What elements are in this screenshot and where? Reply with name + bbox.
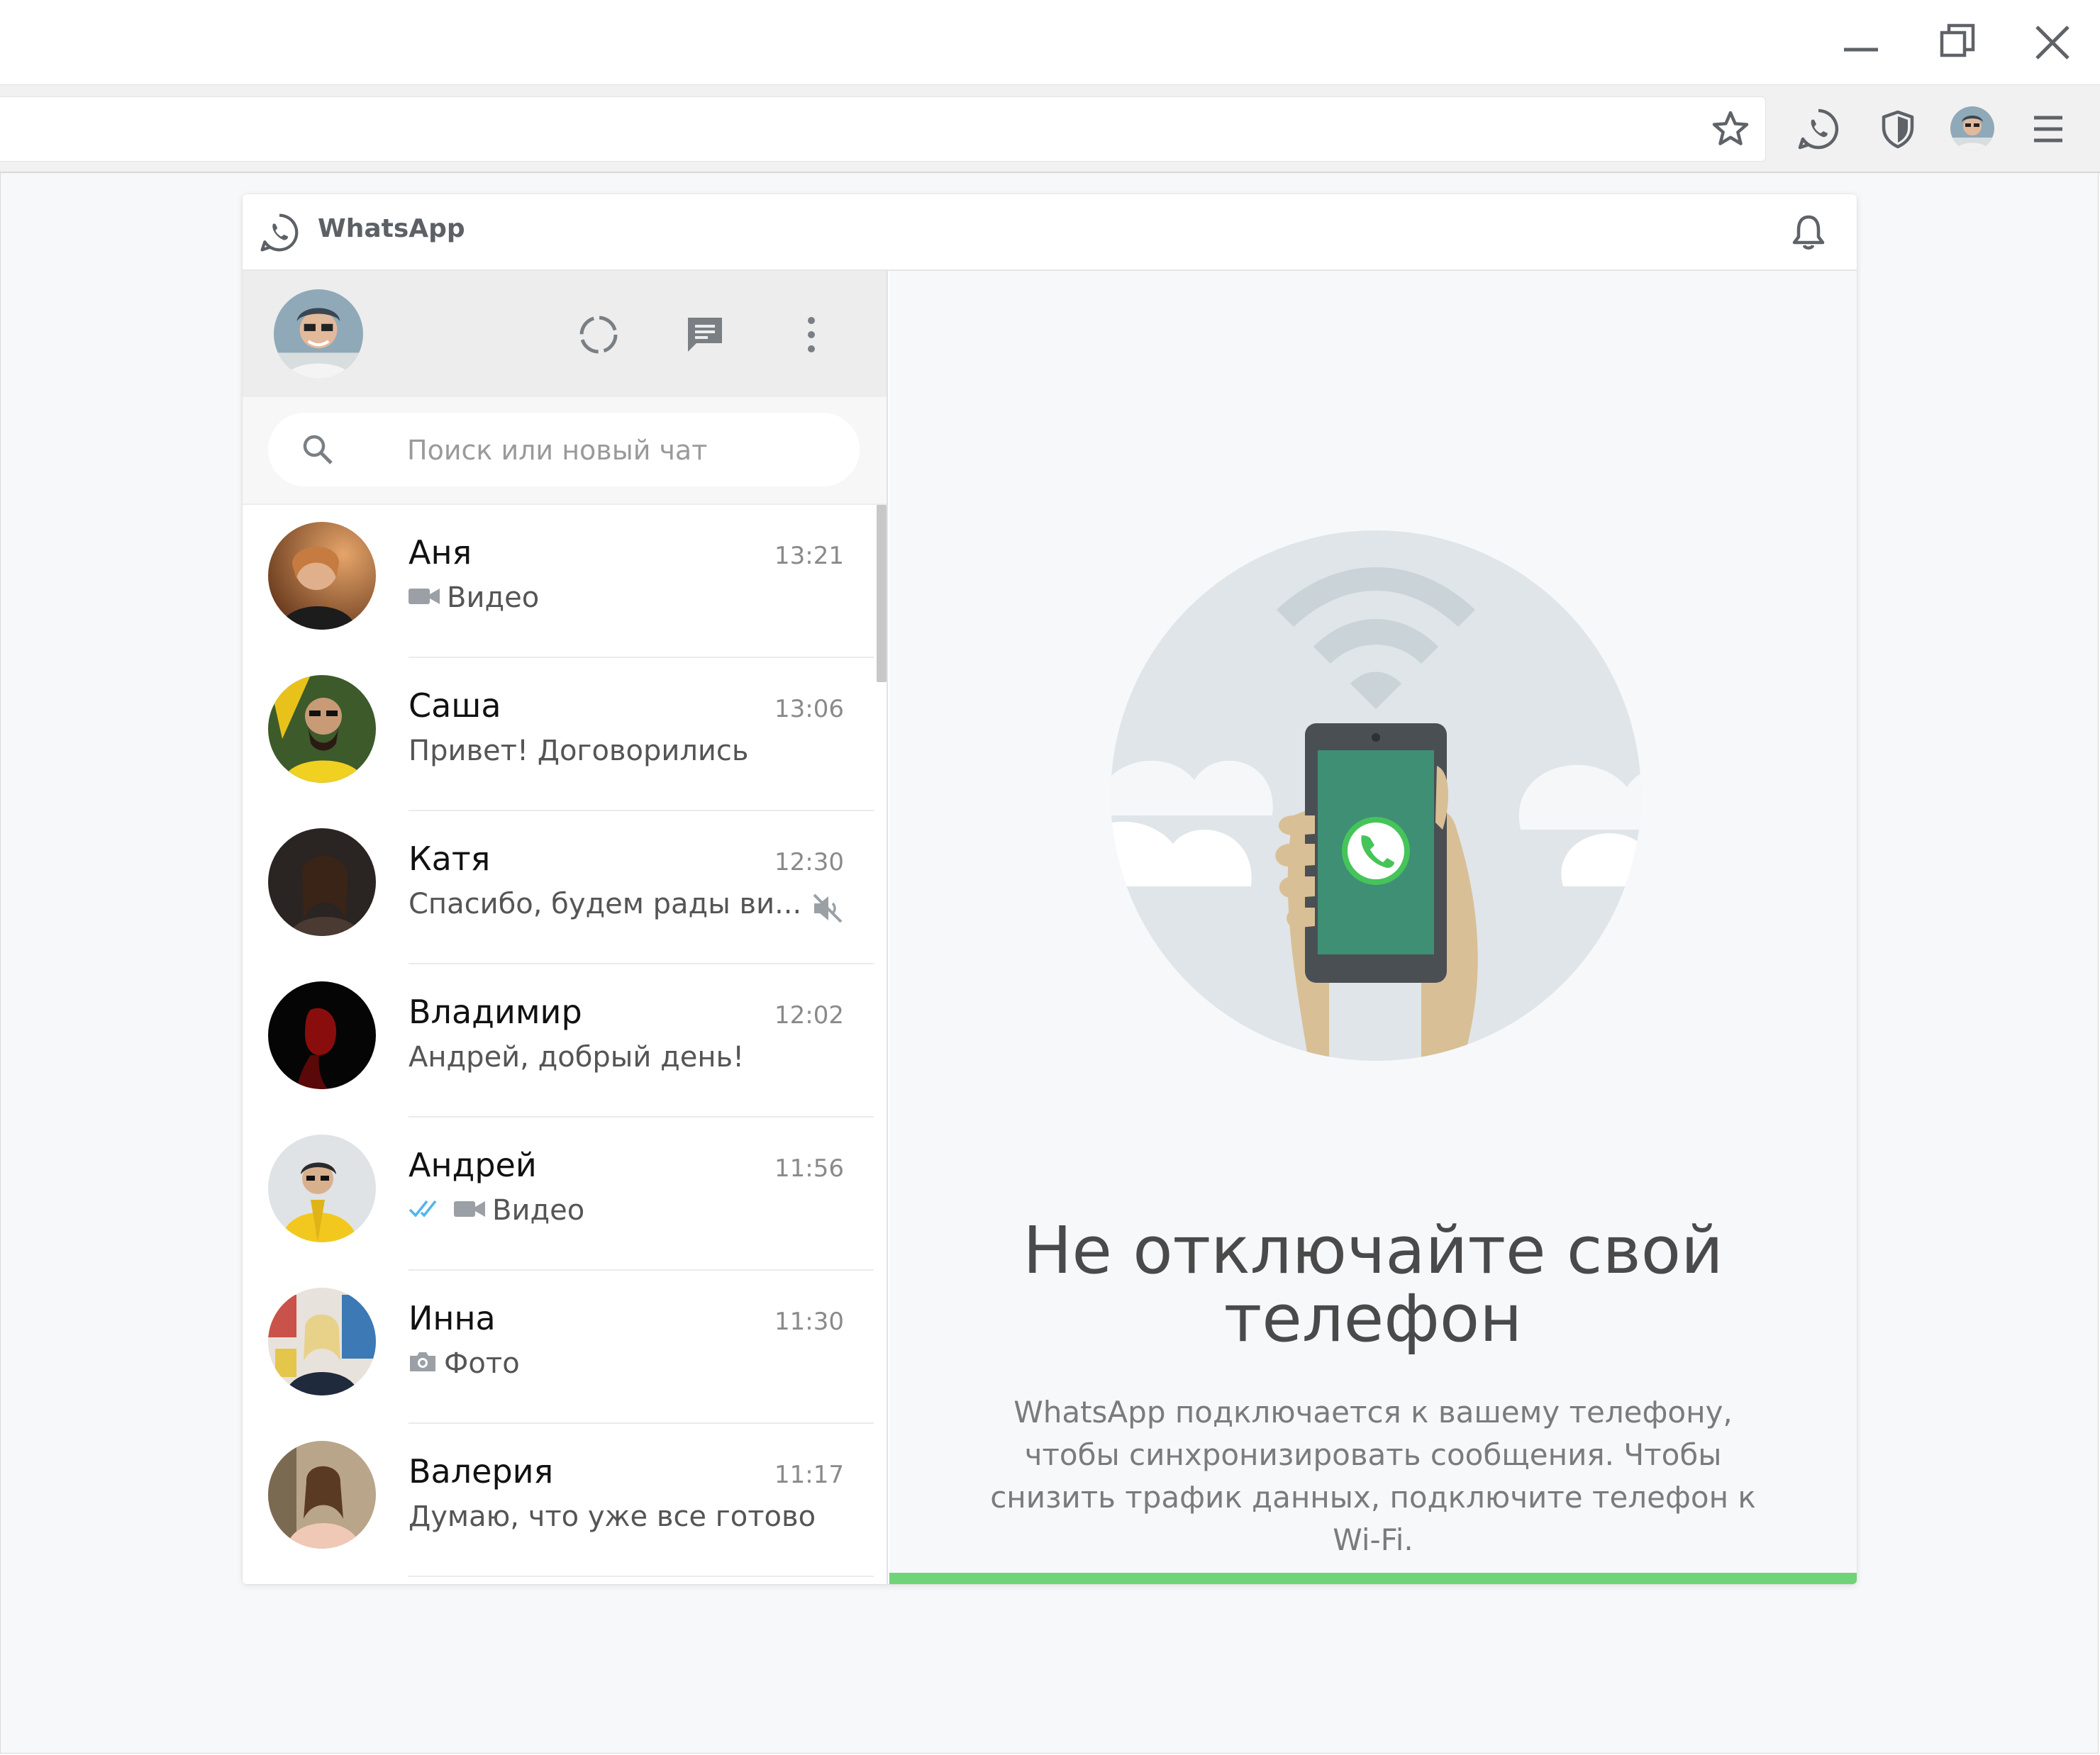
chat-time: 13:21 [774,542,844,570]
intro-title-line-2: телефон [1223,1281,1523,1356]
avatar [268,981,376,1089]
avatar [268,1135,376,1242]
chat-preview: Спасибо, будем рады ви... [409,888,806,920]
whatsapp-app-window: WhatsApp Поиск или новый чат Аня 13:21 В… [243,194,1857,1584]
chat-time: 12:02 [774,1001,844,1030]
intro-panel: Не отключайте свой телефон WhatsApp подк… [889,271,1857,1584]
chat-preview: Фото [409,1347,834,1380]
chat-sidebar: Аня 13:21 Видео Саша [243,271,888,1584]
video-icon [409,581,440,614]
chat-list-scrollbar[interactable] [877,505,887,682]
search-area [243,397,887,505]
chat-name: Валерия [409,1452,554,1491]
chat-preview-text: Видео [447,581,540,614]
whatsapp-logo-icon [258,211,301,254]
avatar [268,522,376,630]
status-icon[interactable] [576,312,621,357]
intro-title: Не отключайте свой телефон [889,1217,1857,1353]
chat-preview-text: Андрей, добрый день! [409,1041,745,1074]
camera-icon [409,1347,437,1380]
app-title: WhatsApp [318,214,465,243]
chat-preview-text: Спасибо, будем рады ви... [409,888,802,920]
new-chat-icon[interactable] [682,312,728,357]
browser-titlebar [0,0,2100,85]
chat-preview: Видео [409,1194,834,1227]
chat-preview-text: Фото [444,1347,520,1380]
app-header: WhatsApp [243,194,1857,271]
chat-time: 11:56 [774,1154,844,1183]
chat-time: 11:30 [774,1308,844,1336]
chat-preview: Думаю, что уже все готово [409,1500,834,1533]
intro-title-line-1: Не отключайте свой [1023,1213,1723,1288]
bell-icon[interactable] [1787,211,1830,254]
chat-preview-text: Видео [492,1194,585,1227]
muted-icon [810,891,845,926]
avatar [268,1441,376,1549]
chat-time: 13:06 [774,695,844,723]
chat-preview: Андрей, добрый день! [409,1041,834,1074]
chat-item-sasha[interactable]: Саша 13:06 Привет! Договорились [243,658,887,811]
chat-item-anya[interactable]: Аня 13:21 Видео [243,505,887,658]
avatar [268,828,376,936]
chat-item-katya[interactable]: Катя 12:30 Спасибо, будем рады ви... [243,811,887,964]
loading-progress-bar [889,1573,1857,1584]
avatar [268,1288,376,1395]
chat-preview-text: Думаю, что уже все готово [409,1500,816,1533]
chat-name: Инна [409,1299,496,1337]
restore-icon[interactable] [1933,18,1982,67]
chat-item-valeria[interactable]: Валерия 11:17 Думаю, что уже все готово [243,1424,887,1577]
search-box[interactable] [268,413,860,488]
my-avatar[interactable] [274,289,363,379]
avatar [268,675,376,783]
chat-item-andrey[interactable]: Андрей 11:56 Видео [243,1118,887,1271]
chat-name: Саша [409,686,501,725]
minimize-icon[interactable] [1837,18,1885,67]
chat-preview: Видео [409,581,834,614]
chat-name: Андрей [409,1146,537,1184]
sidebar-header [243,271,887,397]
chat-time: 11:17 [774,1461,844,1489]
phone-connection-illustration [1024,518,1722,1075]
chat-preview: Привет! Договорились [409,735,834,767]
profile-avatar[interactable] [1950,106,1994,150]
chat-list: Аня 13:21 Видео Саша 13:06 Привет! Догов… [243,505,887,1584]
double-check-icon [409,1194,447,1227]
chat-name: Аня [409,533,472,572]
address-bar[interactable] [0,96,1766,162]
shield-icon[interactable] [1875,106,1921,152]
chat-item-inna[interactable]: Инна 11:30 Фото [243,1271,887,1424]
video-icon [454,1194,485,1227]
divider [409,1576,874,1577]
intro-description: WhatsApp подключается к вашему телефону,… [990,1395,1756,1557]
menu-dots-icon[interactable] [789,312,834,357]
chat-time: 12:30 [774,848,844,876]
search-input[interactable] [406,413,834,488]
chat-item-vladimir[interactable]: Владимир 12:02 Андрей, добрый день! [243,964,887,1118]
chat-name: Владимир [409,993,582,1031]
close-icon[interactable] [2028,18,2077,67]
chat-preview-text: Привет! Договорились [409,735,749,767]
whatsapp-extension-icon[interactable] [1796,106,1841,152]
search-icon[interactable] [299,431,336,468]
star-icon[interactable] [1709,108,1752,150]
chat-name: Катя [409,840,491,878]
menu-icon[interactable] [2027,108,2070,150]
